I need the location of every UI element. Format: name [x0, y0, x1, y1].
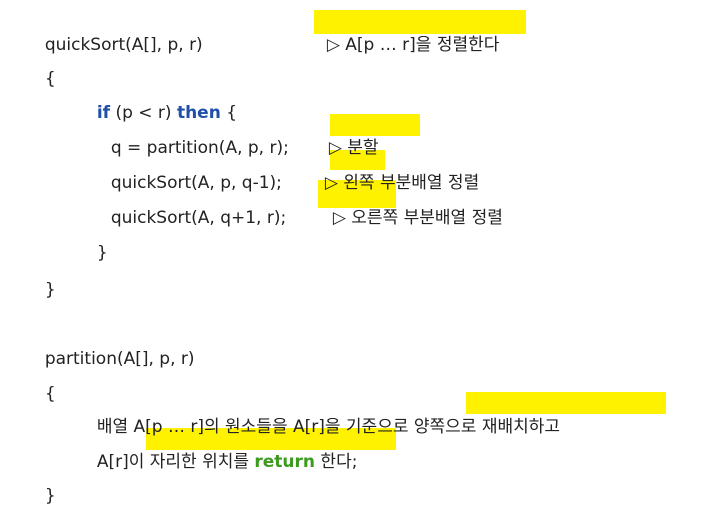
partition-desc-1b: 양쪽으로 재배치하고: [413, 417, 561, 437]
quicksort-close-brace-line: }: [34, 257, 56, 301]
if-keyword: if: [96, 103, 111, 123]
inner-close-brace-line: }: [86, 220, 108, 264]
right-quicksort-call: quickSort(A, q+1, r);: [110, 208, 287, 228]
if-condition: (p < r): [110, 103, 177, 123]
partition-desc-2a: A[r]이 자리한 위치를: [96, 452, 255, 472]
partition-close-brace-line: }: [34, 463, 56, 507]
partition-close-brace: }: [44, 486, 56, 506]
quicksort-signature: quickSort(A[], p, r): [44, 35, 203, 55]
partition-signature-line: partition(A[], p, r): [34, 326, 195, 370]
left-comment: ▷ 왼쪽 부분배열 정렬: [324, 173, 480, 193]
right-comment: ▷ 오른쪽 부분배열 정렬: [332, 208, 503, 228]
partition-open-brace: {: [44, 384, 56, 404]
then-keyword: then: [176, 103, 221, 123]
if-line: if (p < r) then {: [86, 80, 237, 124]
quicksort-signature-line: quickSort(A[], p, r): [34, 12, 203, 56]
partition-desc-2b: 한다;: [315, 452, 358, 472]
left-quicksort-call: quickSort(A, p, q-1);: [110, 173, 282, 193]
partition-comment: ▷ 분할: [328, 138, 379, 158]
partition-desc-line-1: 배열 A[p … r]의 원소들을 A[r]을 기준으로 양쪽으로 재배치하고: [86, 394, 560, 438]
if-open-brace: {: [220, 103, 238, 123]
partition-desc-1a: 배열 A[p … r]의 원소들을 A[r]을 기준으로: [96, 417, 414, 437]
partition-call: q = partition(A, p, r);: [110, 138, 289, 158]
quicksort-open-brace: {: [44, 69, 56, 89]
return-keyword: return: [254, 452, 316, 472]
quicksort-close-brace: }: [44, 280, 56, 300]
quicksort-signature-comment: ▷ A[p … r]을 정렬한다: [326, 35, 500, 55]
inner-close-brace: }: [96, 243, 108, 263]
quicksort-signature-comment-line: ▷ A[p … r]을 정렬한다: [316, 12, 500, 56]
partition-signature: partition(A[], p, r): [44, 349, 195, 369]
